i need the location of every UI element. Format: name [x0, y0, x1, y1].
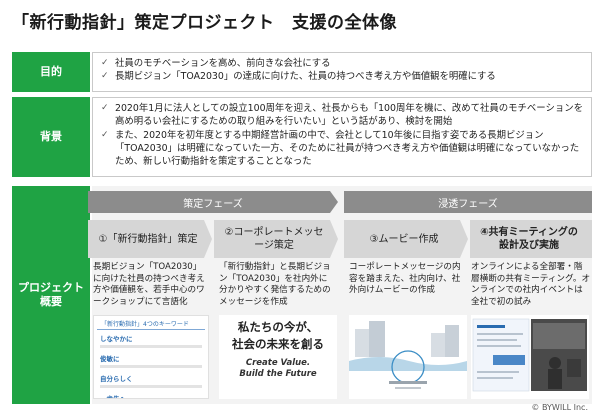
step-meeting: ④共有ミーティングの設計及び実施	[470, 220, 592, 258]
step-description: 長期ビジョン「TOA2030」に向けた社員の持つべき考え方や価値観を、若手中心の…	[93, 262, 205, 307]
step-description: オンラインによる全部署・階層横断の共有ミーティング。オンラインでの社内イベントは…	[471, 262, 591, 307]
phase-penetration: 浸透フェーズ	[344, 191, 592, 213]
background-item: ✓ また、2020年を初年度とする中期経営計画の中で、会社として10年後に目指す…	[101, 129, 580, 168]
step-guideline: ①「新行動指針」策定	[88, 220, 212, 258]
step-movie: ③ムービー作成	[344, 220, 468, 258]
copyright-text: © BYWILL Inc.	[531, 403, 588, 412]
keyword-item: 自分らしく	[100, 375, 133, 383]
phase-planning: 策定フェーズ	[88, 191, 338, 213]
check-icon: ✓	[101, 129, 109, 140]
background-label: 背景	[12, 97, 90, 177]
movie-still-image	[349, 315, 467, 399]
background-box: ✓ 2020年1月に法人としての設立100周年を迎え、社長からも「100周年を機…	[92, 97, 592, 177]
keyword-item: 一歩先へ	[100, 395, 126, 399]
check-icon: ✓	[101, 58, 109, 68]
step-corporate-message: ②コーポレートメッセージ策定	[214, 220, 338, 258]
corporate-message-image: 私たちの今が、 社会の未来を創る Create Value. Build the…	[219, 315, 337, 399]
slogan-english: Create Value. Build the Future	[239, 358, 317, 380]
document-header: 「新行動指針」4つのキーワード	[97, 316, 205, 330]
meeting-illustration	[471, 315, 589, 399]
step-description: コーポレートメッセージの内容を踏まえた、社内向け、社外向けムービーの作成	[349, 262, 461, 296]
movie-illustration	[349, 315, 467, 399]
purpose-item: ✓ 社員のモチベーションを高め、前向きな会社にする	[101, 58, 331, 69]
slogan-japanese: 私たちの今が、 社会の未来を創る	[232, 320, 324, 351]
purpose-label: 目的	[12, 52, 90, 92]
meeting-photo-image	[471, 315, 589, 399]
overview-label: プロジェクト 概要	[12, 186, 90, 404]
purpose-item: ✓ 長期ビジョン「TOA2030」の達成に向けた、社員の持つべき考え方や価値観を…	[101, 71, 496, 83]
check-icon: ✓	[101, 103, 109, 113]
keyword-item: 俊敏に	[100, 355, 120, 363]
check-icon: ✓	[101, 71, 109, 82]
step-description: 「新行動指針」と長期ビジョン「TOA2030」を社内外に分かりやすく発信するため…	[219, 262, 331, 307]
keyword-document-image: 「新行動指針」4つのキーワード しなやかに 俊敏に 自分らしく 一歩先へ	[93, 315, 209, 399]
purpose-box: ✓ 社員のモチベーションを高め、前向きな会社にする ✓ 長期ビジョン「TOA20…	[92, 52, 592, 92]
background-item: ✓ 2020年1月に法人としての設立100周年を迎え、社長からも「100周年を機…	[101, 103, 583, 128]
page-title: 「新行動指針」策定プロジェクト 支援の全体像	[12, 13, 397, 33]
keyword-item: しなやかに	[100, 335, 133, 343]
